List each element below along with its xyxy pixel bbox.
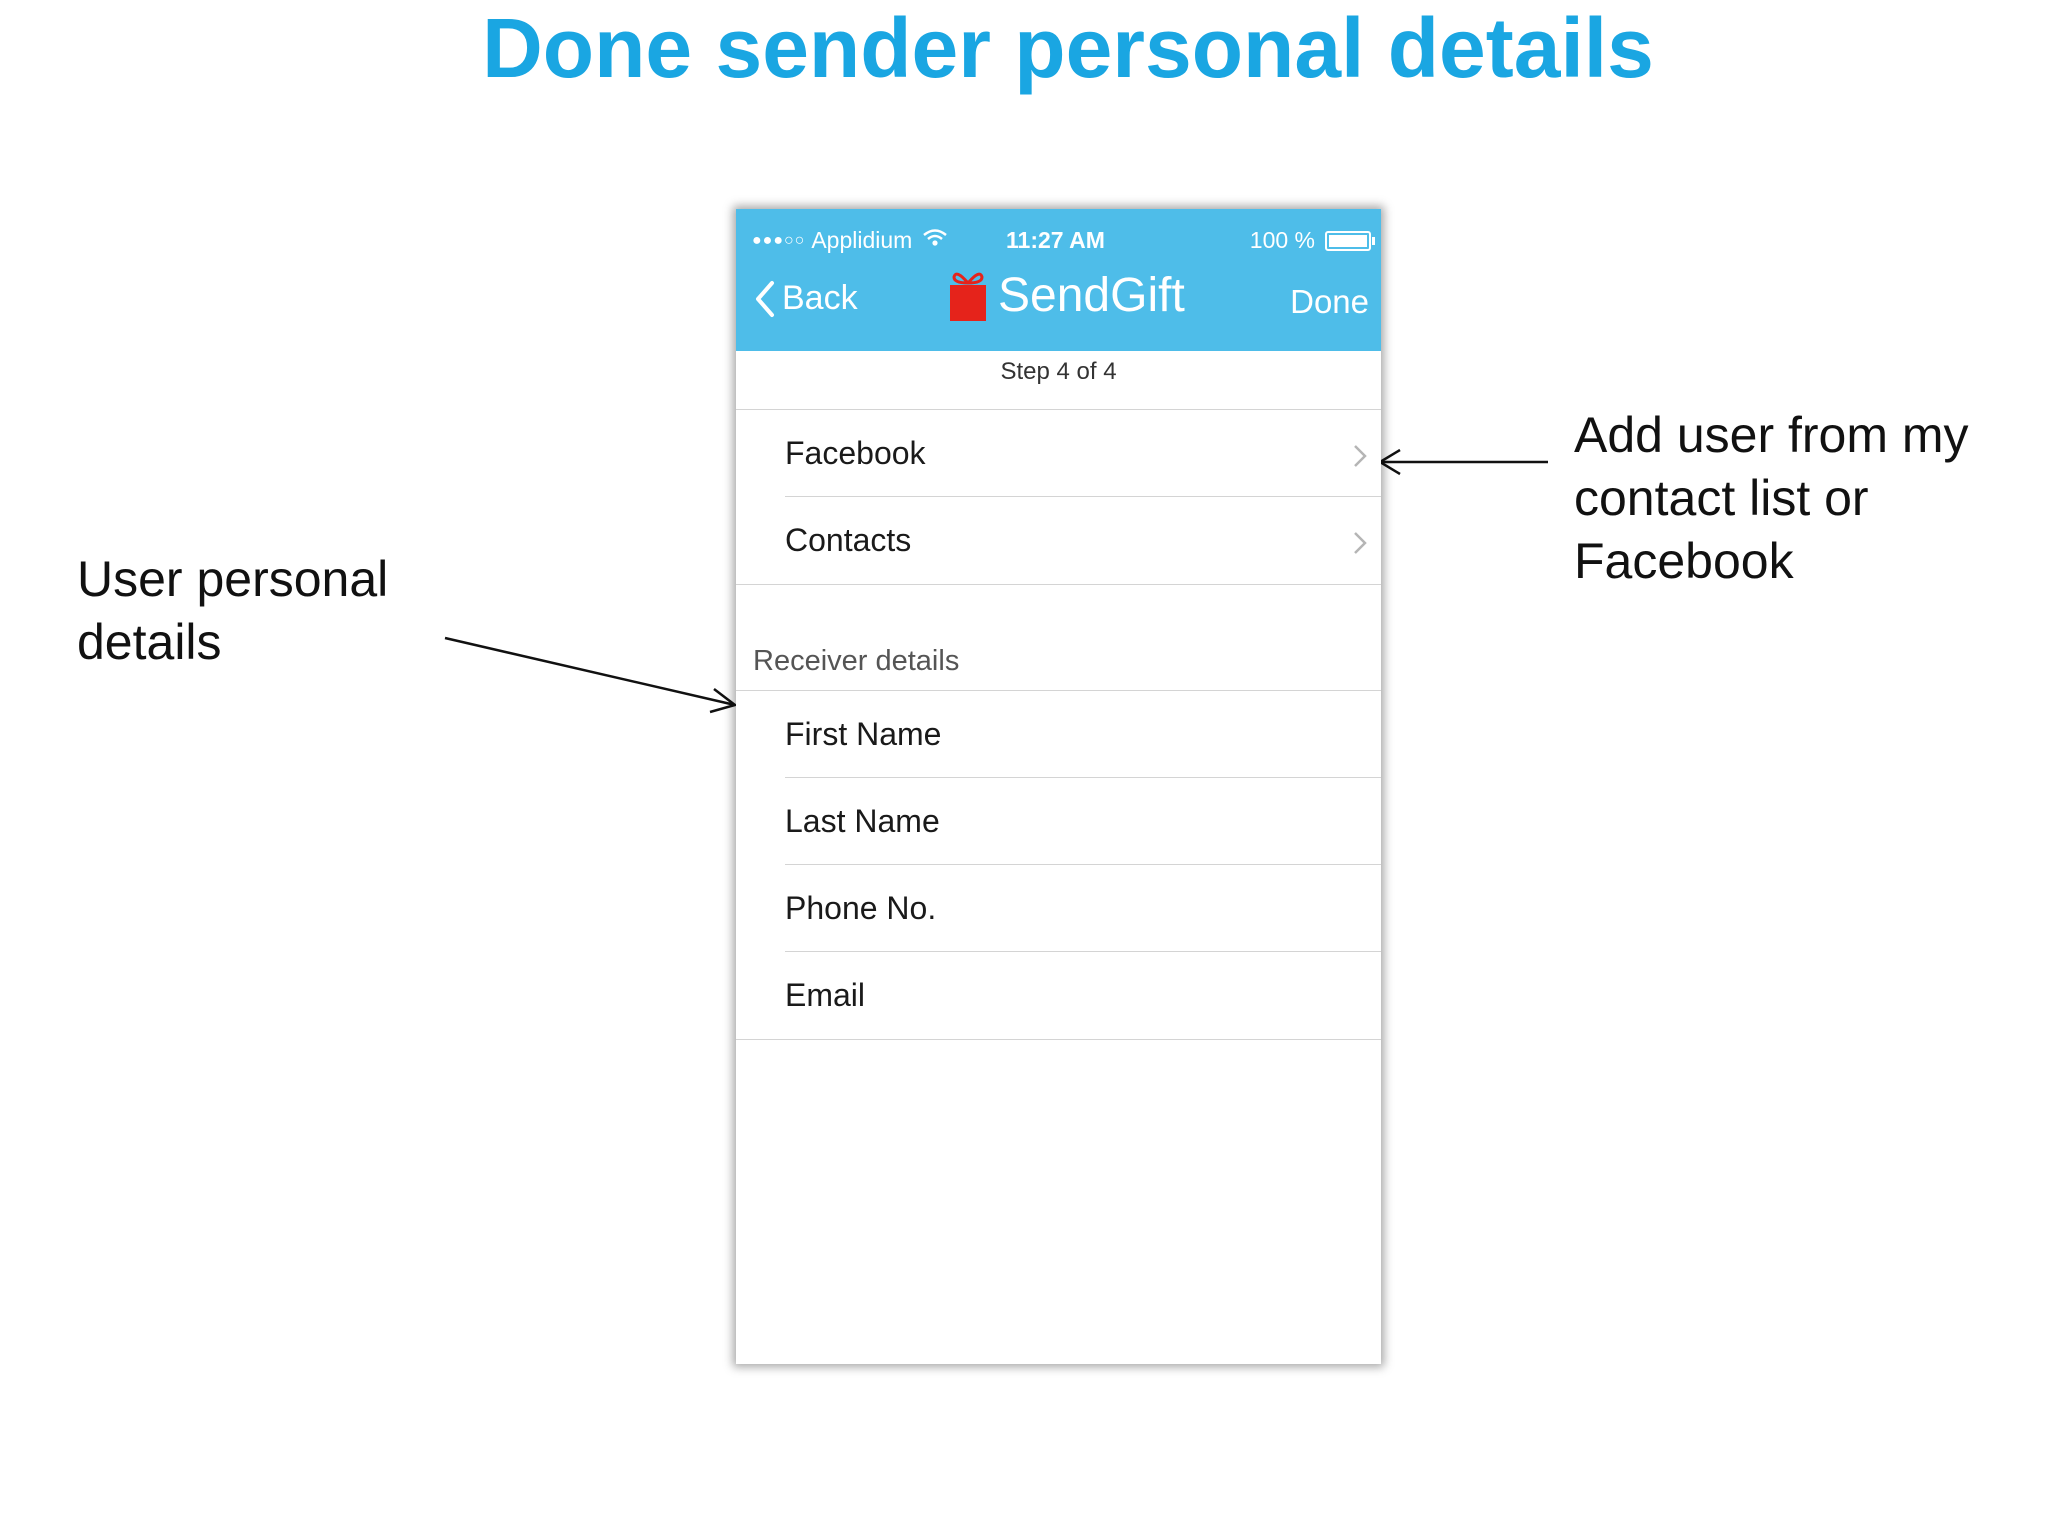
import-facebook-row[interactable]: Facebook: [736, 410, 1381, 497]
import-contacts-row[interactable]: Contacts: [736, 497, 1381, 585]
email-label: Email: [785, 977, 866, 1013]
import-contacts-label: Contacts: [785, 522, 912, 558]
email-field[interactable]: Email: [736, 952, 1381, 1040]
chevron-left-icon: [756, 280, 774, 317]
first-name-field[interactable]: First Name: [736, 691, 1381, 778]
carrier-name: Applidium: [811, 227, 913, 253]
annotation-add-user: Add user from my contact list or Faceboo…: [1574, 407, 1969, 589]
first-name-label: First Name: [785, 716, 942, 752]
phone-number-field[interactable]: Phone No.: [736, 865, 1381, 952]
form-content: Step 4 of 4 Facebook Contacts Receiver d…: [736, 351, 1381, 1040]
back-button[interactable]: Back: [754, 279, 858, 318]
status-bar: ●●●○○ Applidium 11:27 AM 100 %: [736, 209, 1381, 265]
done-button[interactable]: Done: [1290, 283, 1369, 321]
receiver-section-header: Receiver details: [736, 585, 1381, 691]
carrier-info: ●●●○○ Applidium: [752, 227, 948, 254]
phone-screen: ●●●○○ Applidium 11:27 AM 100 % Back Send…: [736, 209, 1381, 1364]
slide-title: Done sender personal details: [482, 1, 1654, 95]
battery-percentage: 100 %: [1249, 227, 1315, 253]
arrow-to-receiver-details: [444, 636, 738, 714]
chevron-right-icon: [1354, 445, 1367, 467]
nav-bar: Back SendGift Done: [736, 265, 1381, 351]
last-name-label: Last Name: [785, 803, 940, 839]
last-name-field[interactable]: Last Name: [736, 778, 1381, 865]
navigation-header: ●●●○○ Applidium 11:27 AM 100 % Back Send…: [736, 209, 1381, 351]
app-brand: SendGift: [948, 267, 1185, 323]
back-button-label: Back: [782, 279, 858, 317]
annotation-user-personal-details: User personal details: [77, 551, 389, 670]
phone-number-label: Phone No.: [785, 890, 937, 926]
signal-strength-icon: ●●●○○: [752, 231, 806, 249]
battery-status: 100 %: [1249, 227, 1375, 254]
app-name: SendGift: [998, 268, 1185, 322]
status-time: 11:27 AM: [1006, 227, 1105, 253]
battery-icon: [1325, 230, 1375, 251]
step-indicator: Step 4 of 4: [736, 351, 1381, 410]
wifi-icon: [922, 227, 948, 254]
gift-box-icon: [950, 272, 986, 321]
arrow-to-facebook-row: [1377, 448, 1548, 476]
import-facebook-label: Facebook: [785, 435, 926, 471]
chevron-right-icon: [1354, 532, 1367, 554]
receiver-section-title: Receiver details: [753, 645, 960, 677]
